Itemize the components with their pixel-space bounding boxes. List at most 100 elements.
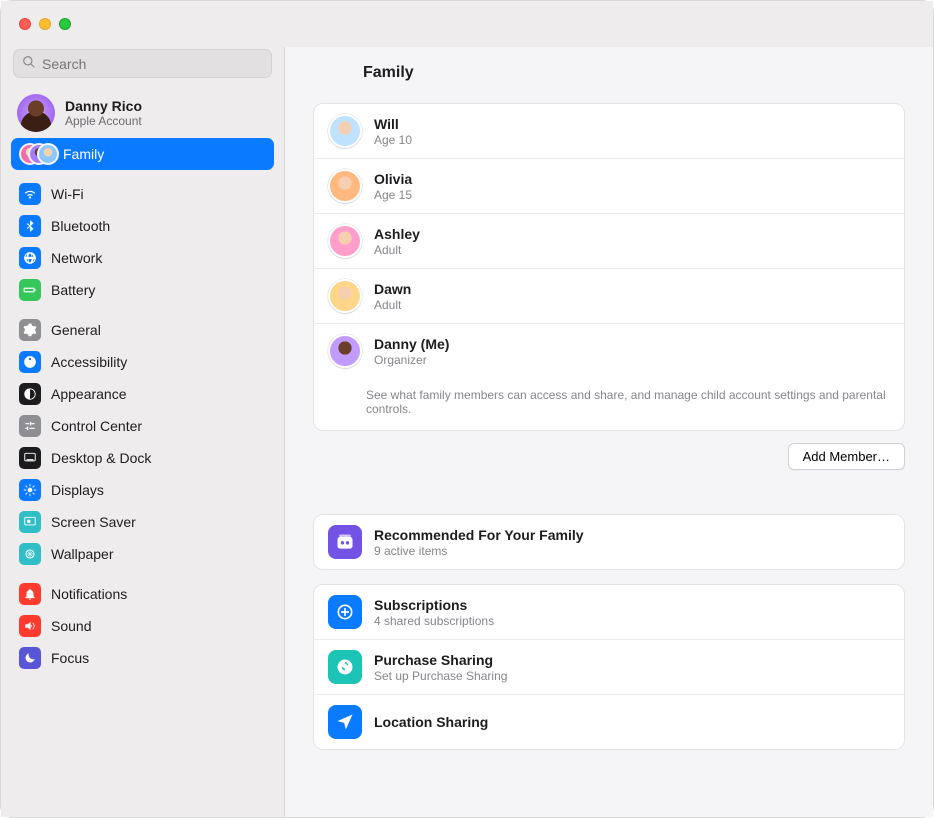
member-name: Dawn	[374, 281, 883, 297]
account-avatar	[17, 94, 55, 132]
sidebar-item-bluetooth[interactable]: Bluetooth	[11, 210, 274, 242]
member-name: Danny (Me)	[374, 336, 883, 352]
window-minimize-button[interactable]	[39, 18, 51, 30]
chevron-right-icon	[883, 534, 892, 551]
globe-icon	[19, 247, 41, 269]
member-name: Olivia	[374, 171, 883, 187]
chevron-right-icon	[883, 288, 892, 305]
member-sub: Age 15	[374, 188, 883, 202]
wifi-icon	[19, 183, 41, 205]
member-avatar	[328, 279, 362, 313]
sidebar-item-screen-saver[interactable]: Screen Saver	[11, 506, 274, 538]
search-icon	[22, 55, 36, 72]
nav-forward-button	[331, 63, 349, 84]
row-title: Subscriptions	[374, 597, 883, 613]
member-sub: Adult	[374, 243, 883, 257]
sidebar-item-label: Family	[63, 146, 104, 162]
member-avatar	[328, 169, 362, 203]
chevron-right-icon	[883, 659, 892, 676]
sidebar-item-desktop-dock[interactable]: Desktop & Dock	[11, 442, 274, 474]
search-input[interactable]	[42, 56, 263, 72]
sidebar-item-accessibility[interactable]: Accessibility	[11, 346, 274, 378]
sidebar-item-label: Notifications	[51, 586, 127, 602]
row-title: Purchase Sharing	[374, 652, 883, 668]
window-close-button[interactable]	[19, 18, 31, 30]
add-member-button[interactable]: Add Member…	[788, 443, 905, 470]
dock-icon	[19, 447, 41, 469]
wallpaper-icon	[19, 543, 41, 565]
battery-icon	[19, 279, 41, 301]
sidebar-item-displays[interactable]: Displays	[11, 474, 274, 506]
gear-icon	[19, 319, 41, 341]
account-row[interactable]: Danny Rico Apple Account	[11, 88, 274, 138]
row-purchase-sharing[interactable]: Purchase Sharing Set up Purchase Sharing	[314, 640, 904, 695]
family-footnote: See what family members can access and s…	[314, 378, 904, 430]
sidebar-item-label: Wallpaper	[51, 546, 114, 562]
sidebar-item-label: Bluetooth	[51, 218, 110, 234]
row-location-sharing[interactable]: Location Sharing	[314, 695, 904, 749]
sidebar-item-label: General	[51, 322, 101, 338]
sidebar-item-label: Wi-Fi	[51, 186, 84, 202]
sidebar-item-label: Appearance	[51, 386, 127, 402]
member-avatar	[328, 114, 362, 148]
member-name: Will	[374, 116, 883, 132]
sidebar-item-label: Screen Saver	[51, 514, 136, 530]
family-member-row[interactable]: Danny (Me)Organizer	[314, 324, 904, 378]
member-sub: Adult	[374, 298, 883, 312]
row-title: Recommended For Your Family	[374, 527, 883, 543]
bell-icon	[19, 583, 41, 605]
nav-back-button[interactable]	[303, 63, 321, 84]
search-field[interactable]	[13, 49, 272, 78]
family-cluster-icon	[19, 143, 53, 165]
accessibility-icon	[19, 351, 41, 373]
family-member-row[interactable]: WillAge 10	[314, 104, 904, 159]
sidebar-item-battery[interactable]: Battery	[11, 274, 274, 306]
sliders-icon	[19, 415, 41, 437]
sidebar-item-sound[interactable]: Sound	[11, 610, 274, 642]
family-member-row[interactable]: OliviaAge 15	[314, 159, 904, 214]
recommended-group: Recommended For Your Family 9 active ite…	[313, 514, 905, 570]
chevron-right-icon	[883, 178, 892, 195]
sidebar-item-label: Battery	[51, 282, 95, 298]
sidebar-item-general[interactable]: General	[11, 314, 274, 346]
sidebar-item-label: Displays	[51, 482, 104, 498]
sidebar-item-label: Focus	[51, 650, 89, 666]
speaker-icon	[19, 615, 41, 637]
window-titlebar	[1, 1, 933, 47]
sidebar-item-control-center[interactable]: Control Center	[11, 410, 274, 442]
row-recommended[interactable]: Recommended For Your Family 9 active ite…	[314, 515, 904, 569]
sun-icon	[19, 479, 41, 501]
appearance-icon	[19, 383, 41, 405]
sidebar-item-notifications[interactable]: Notifications	[11, 578, 274, 610]
member-name: Ashley	[374, 226, 883, 242]
sidebar-item-label: Network	[51, 250, 102, 266]
sidebar-item-family[interactable]: Family	[11, 138, 274, 170]
family-members-group: WillAge 10OliviaAge 15AshleyAdultDawnAdu…	[313, 103, 905, 431]
sidebar-item-wallpaper[interactable]: Wallpaper	[11, 538, 274, 570]
sidebar-item-wifi[interactable]: Wi-Fi	[11, 178, 274, 210]
window-zoom-button[interactable]	[59, 18, 71, 30]
row-sub: 9 active items	[374, 544, 883, 558]
sidebar-item-label: Desktop & Dock	[51, 450, 151, 466]
moon-icon	[19, 647, 41, 669]
family-member-row[interactable]: DawnAdult	[314, 269, 904, 324]
sidebar-item-focus[interactable]: Focus	[11, 642, 274, 674]
sidebar-item-network[interactable]: Network	[11, 242, 274, 274]
chevron-right-icon	[883, 343, 892, 360]
sidebar: Danny Rico Apple Account Family Wi-Fi Blu…	[1, 47, 285, 817]
sharing-group: Subscriptions 4 shared subscriptions Pur…	[313, 584, 905, 750]
chevron-right-icon	[883, 604, 892, 621]
window-traffic-lights	[19, 18, 71, 30]
sidebar-item-appearance[interactable]: Appearance	[11, 378, 274, 410]
page-title: Family	[363, 64, 414, 82]
chevron-right-icon	[883, 714, 892, 731]
recommended-icon	[328, 525, 362, 559]
member-sub: Age 10	[374, 133, 883, 147]
chevron-right-icon	[883, 233, 892, 250]
toolbar: Family	[285, 47, 933, 99]
family-member-row[interactable]: AshleyAdult	[314, 214, 904, 269]
sidebar-item-label: Sound	[51, 618, 91, 634]
row-subscriptions[interactable]: Subscriptions 4 shared subscriptions	[314, 585, 904, 640]
member-avatar	[328, 334, 362, 368]
account-name: Danny Rico	[65, 98, 142, 114]
